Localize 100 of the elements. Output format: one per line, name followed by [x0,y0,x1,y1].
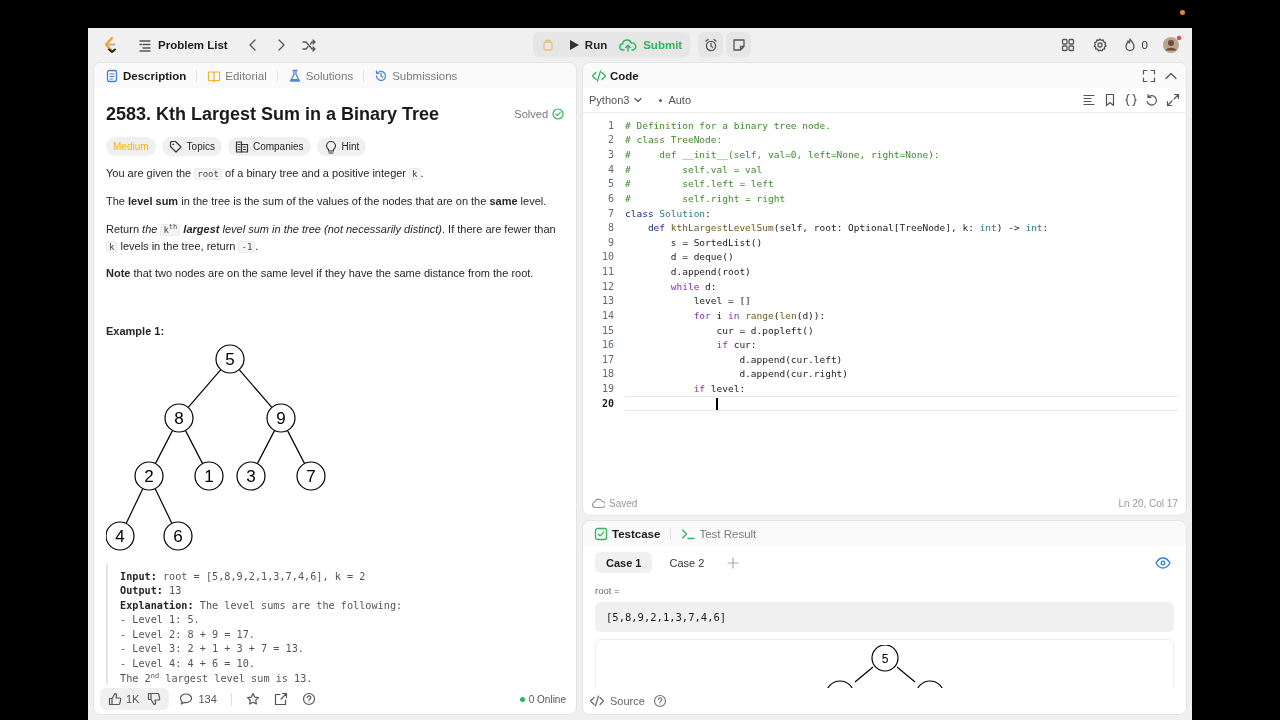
panel-tab[interactable]: Editorial [204,64,270,87]
settings-icon[interactable] [1092,37,1107,52]
code-line: d.append(cur.right) [738,368,849,380]
code-line: class Solution: [625,207,711,219]
thumbs-up-icon [108,692,122,706]
panel-tab[interactable]: Test Result [678,522,760,545]
history-icon [374,68,389,83]
check-circle-icon [552,108,564,120]
code-icon [591,68,607,83]
tree-edge [238,368,273,408]
flame-icon[interactable] [1122,37,1137,52]
line-number: 16 [600,339,614,351]
code-line: s = SortedList() [669,236,763,248]
example-line: Output: 13 [120,584,183,599]
reset-icon[interactable] [1145,93,1159,107]
line-number: 17 [600,353,614,365]
building-icon [234,139,249,154]
tree-node: 6 [163,520,193,551]
code-line: level = [] [692,295,751,307]
tree-edge [184,429,204,464]
code-line: def kthLargestLevelSum(self, root: Optional[TreeNode], k: int) -> int: [646,222,1049,234]
panel-tab[interactable]: Submissions [371,64,461,87]
panel-tab[interactable]: Testcase [591,522,664,545]
run-button[interactable]: Run [568,32,608,57]
tree-edge [125,487,144,524]
mode-label: Auto [668,94,691,106]
text-cursor [716,397,718,410]
eye-icon[interactable] [1155,556,1171,569]
code-line: # self.right = right [625,192,786,204]
save-status: Saved [609,497,638,509]
chevron-down-icon [633,95,644,105]
panel-tab[interactable]: Solutions [284,64,357,87]
comments-button[interactable]: 134 [179,692,217,706]
example-title: Example 1: [106,324,166,337]
share-icon[interactable] [273,692,288,706]
tag-button[interactable]: Topics [161,137,222,156]
tree-edge [895,666,916,683]
tree-edge [286,429,306,464]
code-line: d.append(root) [669,266,751,278]
line-number: 8 [606,222,614,234]
input-field[interactable]: [5,8,9,2,1,3,7,4,6] [595,602,1174,632]
tag-icon [168,139,183,154]
tree-node: 8 [164,402,194,433]
line-number: 4 [606,163,614,175]
tree-edge [256,429,276,464]
line-number: 15 [600,324,614,336]
difficulty-tag: Medium [106,137,156,156]
help-icon[interactable] [652,694,667,708]
braces-icon[interactable] [1124,93,1138,107]
problem-title: 2583. Kth Largest Sum in a Binary Tree [106,104,440,125]
tree-edge [154,487,173,524]
problem-list-button[interactable]: Problem List [138,37,228,52]
avatar-icon[interactable] [1162,34,1182,55]
line-number: 11 [600,266,614,278]
tag-button[interactable]: Companies [227,137,311,156]
line-number: 9 [606,236,614,248]
tag-button[interactable]: Hint [316,137,367,156]
online-dot-icon [519,696,525,702]
code-line: if level: [692,383,746,395]
tree-node: 5 [870,645,899,672]
example-line: - Level 3: 2 + 1 + 3 + 7 = 13. [120,642,305,657]
bookmark-icon[interactable] [1103,93,1117,107]
layout-icon[interactable] [1060,37,1075,52]
help-icon[interactable] [301,692,316,706]
case-tab[interactable]: Case 1 [595,552,653,573]
shuffle-icon[interactable] [301,37,316,52]
line-number: 19 [600,383,614,395]
source-button[interactable]: Source [589,694,645,708]
description-paragraph: The level sum in the tree is the sum of the values of the nodes that are on the same level. [106,193,548,209]
line-number: 14 [600,309,614,321]
line-number: 1 [606,119,614,131]
code-line: cur = d.popleft() [715,324,814,336]
fullscreen-icon[interactable] [1142,68,1156,83]
comment-icon [179,692,194,706]
format-icon[interactable] [1082,93,1096,107]
code-line: # Definition for a binary tree node. [625,119,831,131]
cloud-icon [591,497,605,509]
code-line: # self.val = val [625,163,763,175]
dot-icon [659,98,663,102]
code-icon [589,694,605,708]
description-paragraph: Note that two nodes are on the same level if they have the same distance from the root. [106,266,535,281]
cursor-position: Ln 20, Col 17 [1118,497,1178,509]
description-paragraph: You are given the root of a binary tree and a positive integer k . [106,166,425,182]
line-number: 18 [600,368,614,380]
line-number: 5 [606,178,614,190]
timer-button[interactable] [698,32,724,57]
star-icon[interactable] [245,692,260,706]
language-dropdown[interactable]: Python3 [589,94,644,106]
tree-node: 1 [194,460,224,491]
code-line: d = deque() [669,251,734,263]
case-tab[interactable]: Case 2 [658,552,716,573]
play-icon [568,38,579,51]
expand-icon[interactable] [1166,93,1180,107]
lightbulb-icon [323,139,338,154]
terminal-icon [681,526,696,541]
notes-button[interactable] [726,32,752,57]
tree-node: 5 [215,343,245,374]
panel-tab[interactable]: Description [102,64,190,87]
tree-node: 2 [134,460,164,491]
logo-icon[interactable] [102,35,118,54]
